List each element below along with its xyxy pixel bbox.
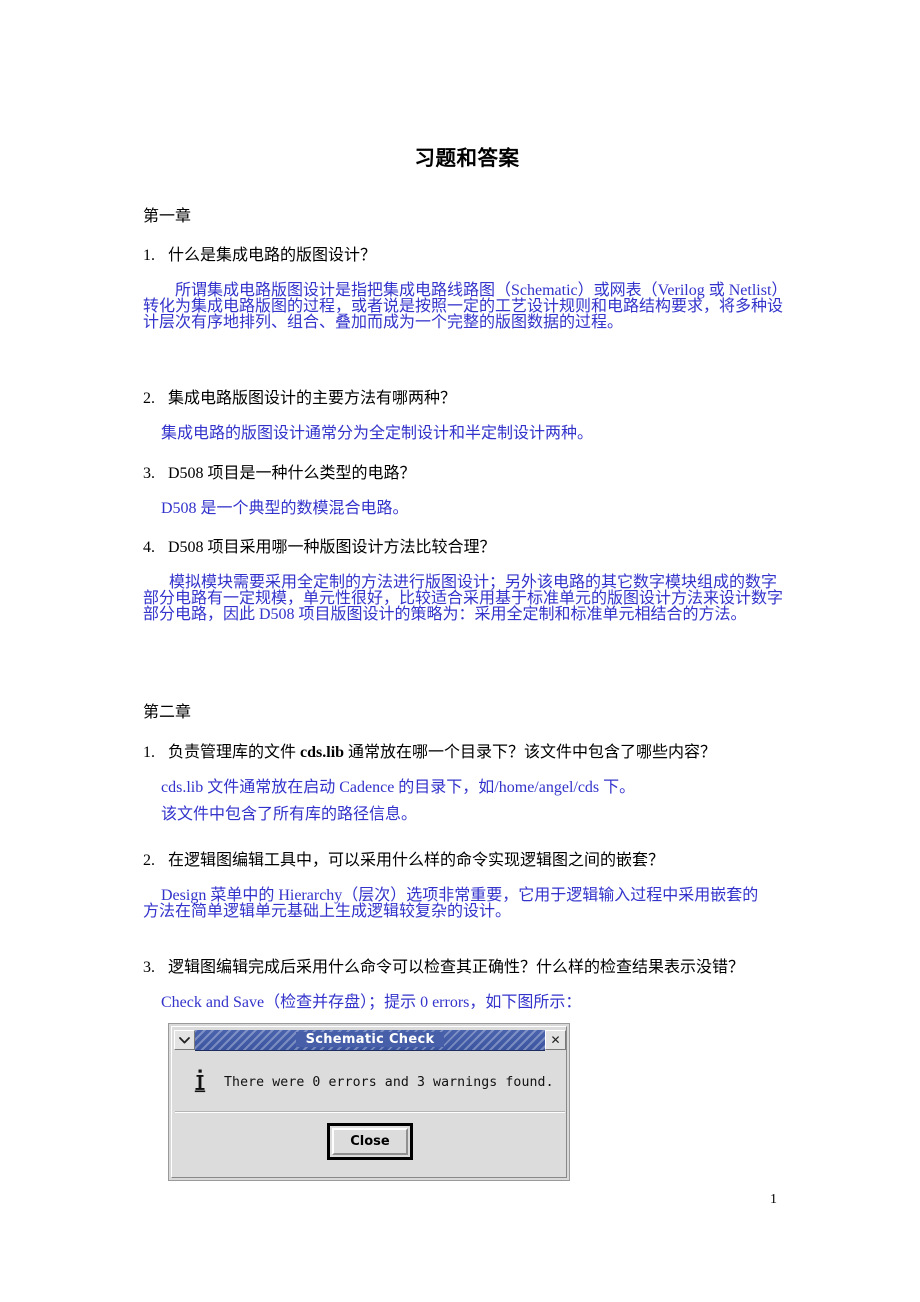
answer-text: cds.lib 文件通常放在启动 Cadence 的目录下，如/home/ang… (143, 780, 791, 823)
question-block-1-4: 4. D508 项目采用哪一种版图设计方法比较合理？ 模拟模块需要采用全定制的方法… (143, 540, 791, 623)
question-text-prefix: 负责管理库的文件 (168, 744, 301, 761)
question-line: 1. 负责管理库的文件 cds.lib 通常放在哪一个目录下？该文件中包含了哪些内… (143, 745, 791, 761)
answer-line: 所谓集成电路版图设计是指把集成电路线路图（Schematic）或网表（Veril… (175, 282, 788, 299)
chapter-heading-1: 第一章 (143, 208, 192, 225)
answer-line: Design 菜单中的 Hierarchy（层次）选项非常重要，它用于逻辑输入过… (161, 887, 759, 904)
dialog-message-text: There were 0 errors and 3 warnings found… (224, 1074, 554, 1090)
question-block-1-2: 2. 集成电路版图设计的主要方法有哪两种？ 集成电路的版图设计通常分为全定制设计和… (143, 391, 791, 442)
dialog-title: Schematic Check (295, 1032, 445, 1047)
answer-line: Check and Save（检查并存盘）；提示 0 errors，如下图所示： (161, 994, 582, 1011)
question-number: 4. (143, 539, 155, 556)
question-line: 2. 在逻辑图编辑工具中，可以采用什么样的命令实现逻辑图之间的嵌套？ (143, 853, 791, 869)
default-button-frame: Close (327, 1123, 413, 1160)
dialog-titlebar[interactable]: Schematic Check ✕ (174, 1029, 566, 1051)
question-text: 集成电路版图设计的主要方法有哪两种？ (168, 390, 457, 407)
question-text-suffix: 通常放在哪一个目录下？该文件中包含了哪些内容？ (344, 744, 717, 761)
document-page: 习题和答案 第一章 1. 什么是集成电路的版图设计？ 所谓集成电路版图设计是指把集… (0, 0, 920, 1302)
question-block-2-3: 3. 逻辑图编辑完成后采用什么命令可以检查其正确性？什么样的检查结果表示没错？ C… (143, 960, 791, 1011)
question-line: 4. D508 项目采用哪一种版图设计方法比较合理？ (143, 540, 791, 556)
question-text: 在逻辑图编辑工具中，可以采用什么样的命令实现逻辑图之间的嵌套？ (168, 852, 665, 869)
answer-line: 计层次有序地排列、组合、叠加而成为一个完整的版图数据的过程。 (143, 314, 624, 331)
question-number: 1. (143, 744, 155, 761)
answer-line: cds.lib 文件通常放在启动 Cadence 的目录下，如/home/ang… (161, 779, 636, 796)
question-line: 3. 逻辑图编辑完成后采用什么命令可以检查其正确性？什么样的检查结果表示没错？ (143, 960, 791, 976)
chevron-down-icon[interactable] (174, 1030, 195, 1050)
chapter-heading-2: 第二章 (143, 704, 192, 721)
dialog-message-area: There were 0 errors and 3 warnings found… (175, 1053, 565, 1112)
page-number: 1 (770, 1192, 777, 1207)
question-number: 3. (143, 959, 155, 976)
close-icon[interactable]: ✕ (545, 1030, 566, 1050)
question-line: 2. 集成电路版图设计的主要方法有哪两种？ (143, 391, 791, 407)
answer-text: 集成电路的版图设计通常分为全定制设计和半定制设计两种。 (143, 426, 791, 442)
answer-text: 模拟模块需要采用全定制的方法进行版图设计；另外该电路的其它数字模块组成的数字 部… (143, 575, 791, 623)
question-line: 3. D508 项目是一种什么类型的电路？ (143, 466, 791, 482)
question-block-2-1: 1. 负责管理库的文件 cds.lib 通常放在哪一个目录下？该文件中包含了哪些内… (143, 745, 791, 823)
schematic-check-dialog[interactable]: Schematic Check ✕ There were 0 errors an… (168, 1023, 570, 1181)
question-text: D508 项目采用哪一种版图设计方法比较合理？ (168, 539, 496, 556)
question-block-1-1: 1. 什么是集成电路的版图设计？ 所谓集成电路版图设计是指把集成电路线路图（Sch… (143, 248, 791, 331)
question-block-1-3: 3. D508 项目是一种什么类型的电路？ D508 是一个典型的数模混合电路。 (143, 466, 791, 517)
question-number: 2. (143, 852, 155, 869)
dialog-button-area: Close (175, 1112, 565, 1170)
answer-line: 转化为集成电路版图的过程，或者说是按照一定的工艺设计规则和电路结构要求，将多种设 (143, 298, 784, 315)
question-number: 2. (143, 390, 155, 407)
info-icon (189, 1069, 211, 1095)
question-text: D508 项目是一种什么类型的电路？ (168, 465, 416, 482)
answer-text: Check and Save（检查并存盘）；提示 0 errors，如下图所示： (143, 995, 791, 1011)
question-number: 1. (143, 247, 155, 264)
answer-line: 部分电路有一定规模，单元性很好，比较适合采用基于标准单元的版图设计方法来设计数字 (143, 590, 784, 607)
question-text: 什么是集成电路的版图设计？ (168, 247, 377, 264)
answer-line: 模拟模块需要采用全定制的方法进行版图设计；另外该电路的其它数字模块组成的数字 (169, 574, 778, 591)
answer-line: D508 是一个典型的数模混合电路。 (161, 500, 409, 517)
answer-line: 部分电路，因此 D508 项目版图设计的策略为：采用全定制和标准单元相结合的方法… (143, 606, 747, 623)
answer-line: 方法在简单逻辑单元基础上生成逻辑较复杂的设计。 (143, 903, 512, 920)
question-number: 3. (143, 465, 155, 482)
answer-line: 集成电路的版图设计通常分为全定制设计和半定制设计两种。 (161, 425, 594, 442)
dialog-title-strip: Schematic Check (195, 1029, 545, 1051)
page-title: 习题和答案 (414, 148, 520, 170)
question-line: 1. 什么是集成电路的版图设计？ (143, 248, 791, 264)
answer-line: 该文件中包含了所有库的路径信息。 (161, 806, 418, 823)
answer-text: 所谓集成电路版图设计是指把集成电路线路图（Schematic）或网表（Veril… (143, 283, 791, 331)
question-block-2-2: 2. 在逻辑图编辑工具中，可以采用什么样的命令实现逻辑图之间的嵌套？ Design… (143, 853, 791, 920)
question-text-emphasis: cds.lib (300, 744, 345, 761)
answer-text: D508 是一个典型的数模混合电路。 (143, 501, 791, 517)
answer-text: Design 菜单中的 Hierarchy（层次）选项非常重要，它用于逻辑输入过… (143, 888, 791, 920)
question-text: 逻辑图编辑完成后采用什么命令可以检查其正确性？什么样的检查结果表示没错？ (168, 959, 745, 976)
close-button[interactable]: Close (332, 1128, 408, 1155)
